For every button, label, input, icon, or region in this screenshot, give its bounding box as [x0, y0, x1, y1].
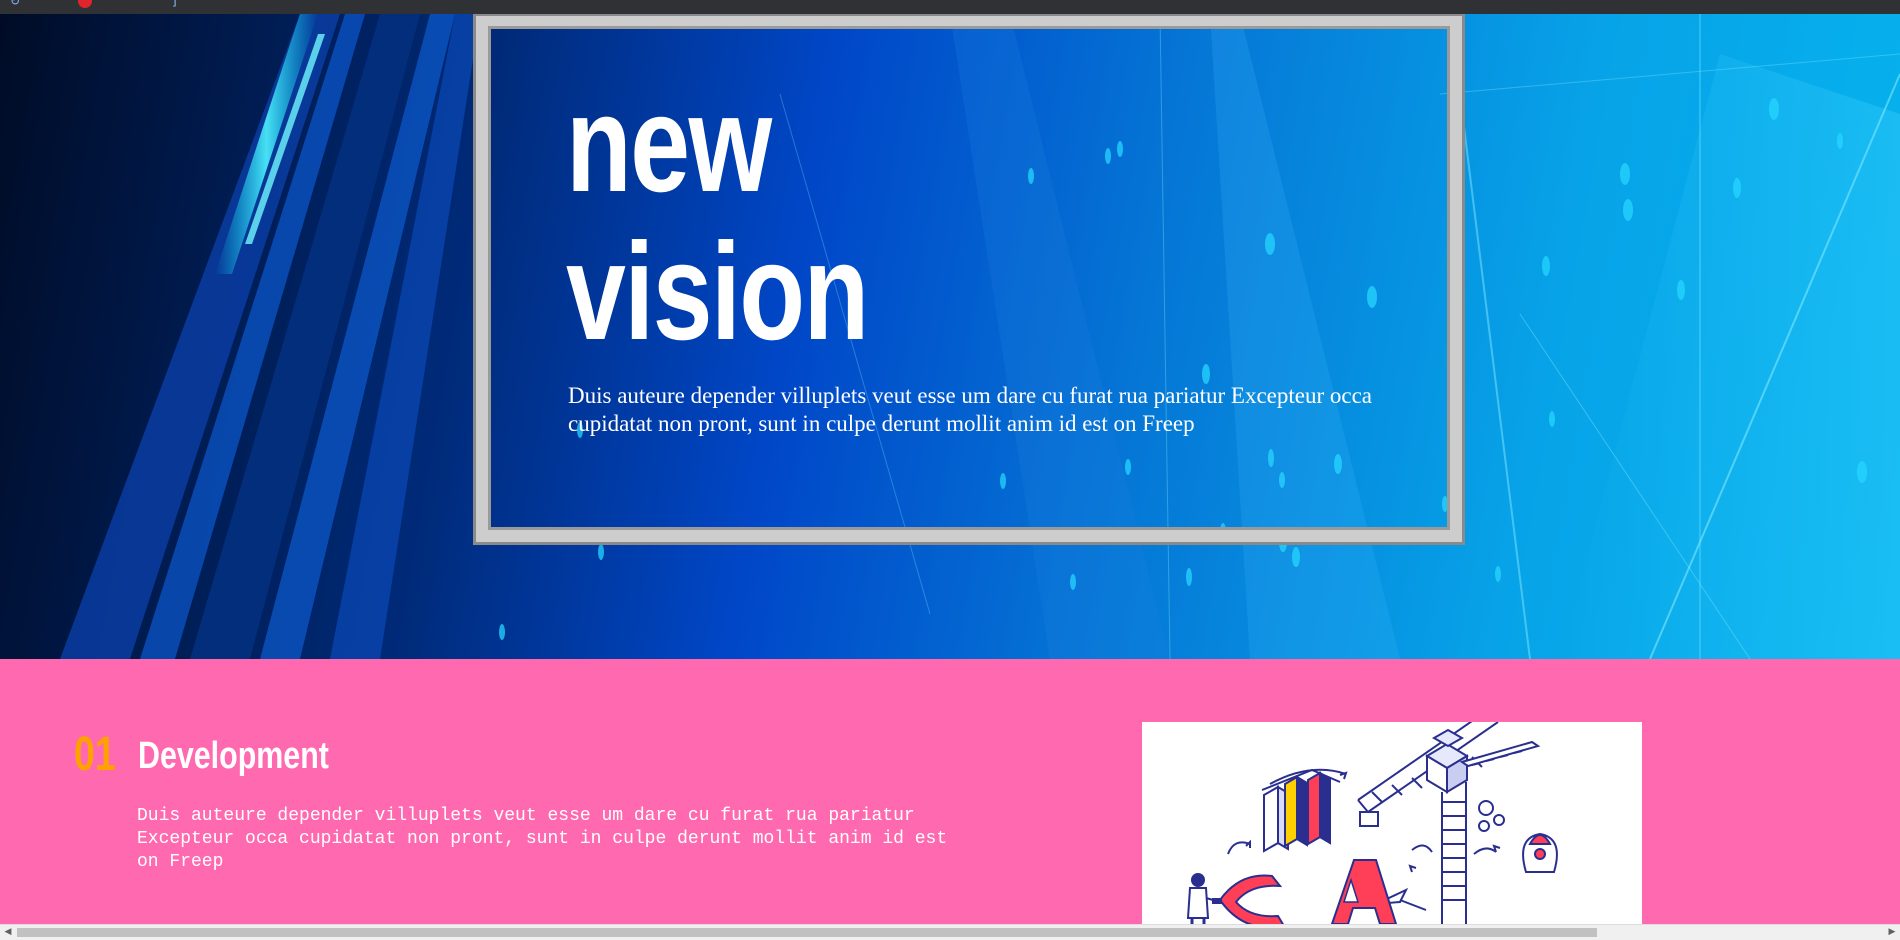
- development-section: 01 Development Duis auteure depender vil…: [0, 659, 1900, 924]
- scrollbar-thumb[interactable]: [17, 928, 1597, 937]
- isometric-illustration: [1186, 722, 1558, 924]
- section-description: Duis auteure depender villuplets veut es…: [137, 806, 948, 872]
- horizontal-scrollbar[interactable]: ◀ ▶: [0, 924, 1900, 940]
- nav-icon[interactable]: ↻: [10, 0, 20, 8]
- bracket-icon: ]: [172, 0, 177, 8]
- development-illustration: [1142, 722, 1642, 924]
- browser-toolbar: ↻ ]: [0, 0, 1900, 14]
- hero-title: new vision: [566, 67, 869, 369]
- favicon-icon: [78, 0, 92, 8]
- chevron-left-icon[interactable]: ◀: [1, 926, 15, 939]
- hero-title-line1: new: [566, 67, 772, 221]
- hero-section: new vision Duis auteure depender villupl…: [0, 14, 1900, 659]
- section-number: 01: [74, 728, 116, 781]
- section-title: Development: [138, 735, 329, 777]
- hero-title-line2: vision: [566, 215, 869, 369]
- hero-description: Duis auteure depender villuplets veut es…: [568, 383, 1373, 436]
- chevron-right-icon[interactable]: ▶: [1885, 926, 1899, 939]
